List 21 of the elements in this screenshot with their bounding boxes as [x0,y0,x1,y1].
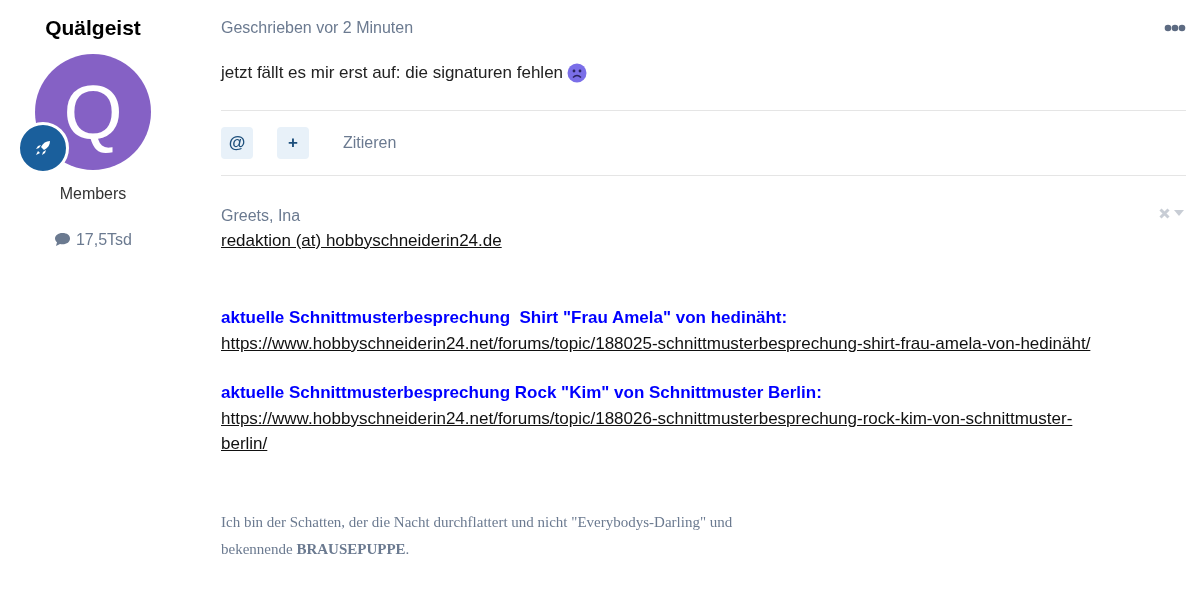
signature-link[interactable]: redaktion (at) hobbyschneiderin24.de [221,227,502,253]
caret-icon[interactable] [1174,210,1184,216]
post-count: 17,5Tsd [75,229,132,250]
signature-quote: Ich bin der Schatten, der die Nacht durchflattert und nicht "Everybodys-Darling" und bekennende BRAUSEPUPPE. [221,512,734,559]
sad-face-icon [567,62,588,83]
action-button[interactable]: @ [221,126,253,159]
member-group: Members [0,181,186,206]
signature-text: Greets, Ina [221,205,301,226]
close-icon[interactable] [1159,207,1170,219]
comment-icon [53,232,71,247]
signature-heading: aktuelle Schnittmusterbesprechung Rock "Kim" von Schnittmuster Berlin: [221,382,823,404]
more-options-icon[interactable] [1164,24,1186,32]
signature-link[interactable]: https://www.hobbyschneiderin24.net/forums/topic/188025-schnittmusterbesprechung-shirt-frau-amela-von-hedinäht/ [221,330,1091,356]
post-text: jetzt fällt es mir erst auf: die signaturen fehlen [221,62,564,84]
post-date: Geschrieben vor 2 Minuten [221,18,414,38]
signature-heading: aktuelle Schnittmusterbesprechung Shirt "Frau Amela" von hedinäht: [221,307,789,329]
signature-link[interactable]: https://www.hobbyschneiderin24.net/forums/topic/188026-schnittmusterbesprechung-rock-kim-von-schnittmuster-berlin/ [221,405,1106,457]
action-button[interactable]: + [277,126,309,159]
quote-button[interactable]: Zitieren [333,130,397,155]
author-name[interactable]: Quälgeist [0,12,186,44]
avatar[interactable]: Q [35,53,151,170]
